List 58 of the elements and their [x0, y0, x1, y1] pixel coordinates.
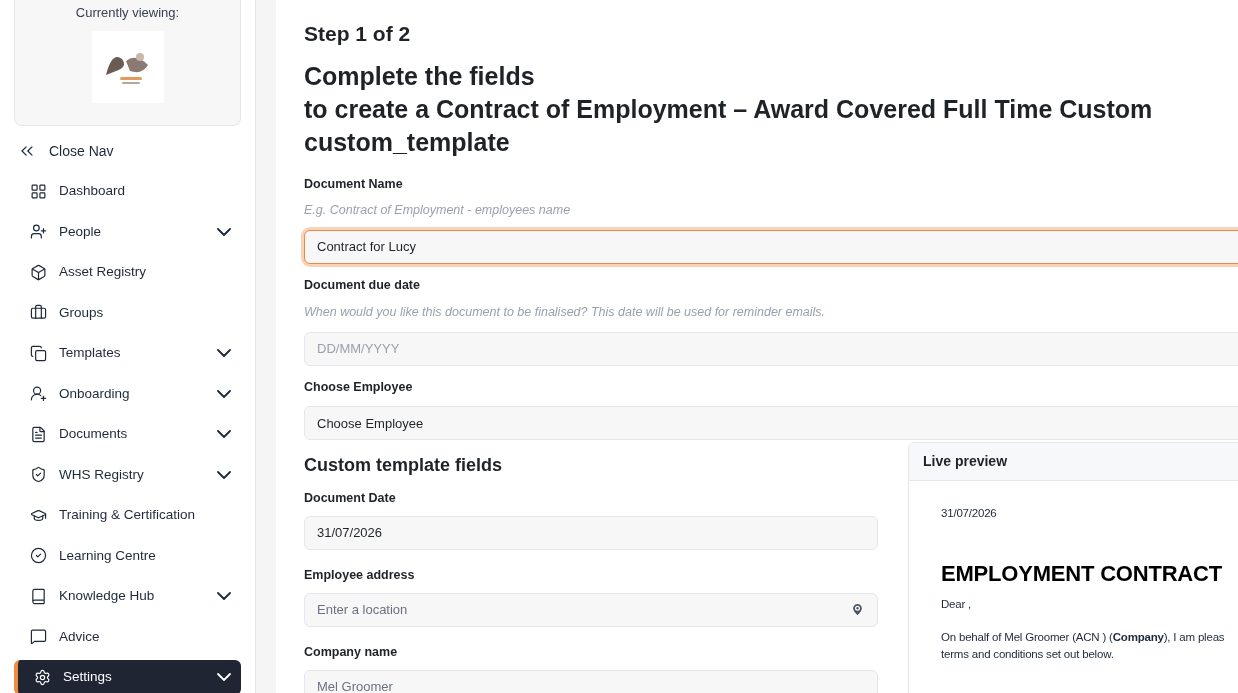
location-field[interactable]: Enter a location	[304, 592, 878, 627]
field-hint: E.g. Contract of Employment - employees name	[304, 202, 571, 220]
field-label: Document Name	[304, 175, 403, 193]
input-field[interactable]: Choose Employee	[304, 406, 1238, 441]
nav-item[interactable]: Templates	[14, 336, 241, 371]
nav-item[interactable]: Settings	[14, 660, 241, 693]
person-plus-icon	[30, 223, 47, 241]
nav-item[interactable]: Documents	[14, 417, 241, 452]
chevron-down-icon	[217, 673, 231, 682]
nav-item[interactable]: WHS Registry	[14, 457, 241, 492]
page-title: to create a Contract of Employment – Award Covered Full Time Custom	[304, 93, 1153, 125]
cube-icon	[30, 263, 47, 281]
preview-date: 31/07/2026	[941, 506, 997, 522]
field-label: Company name	[304, 643, 398, 661]
map-pin-icon	[850, 602, 865, 618]
field-label: Choose Employee	[304, 378, 413, 396]
preview-text: On behalf of Mel Groomer (ACN ) (Company), I am pleas	[941, 629, 1225, 645]
page-title: Complete the fields	[304, 60, 535, 92]
check-circle-icon	[30, 547, 47, 565]
input-field[interactable]: Contract for Lucy	[304, 230, 1238, 264]
book-icon	[30, 587, 47, 605]
chevron-down-icon	[217, 389, 231, 398]
input-field[interactable]: 31/07/2026	[304, 516, 878, 550]
preview-text: Dear ,	[941, 596, 972, 612]
field-label: Employee address	[304, 567, 415, 584]
nav-item[interactable]: Learning Centre	[14, 538, 241, 573]
field-label: Document Date	[304, 490, 396, 508]
grid-icon	[30, 182, 47, 200]
preview-title: Live preview	[923, 452, 1008, 472]
nav-item[interactable]: Asset Registry	[14, 255, 241, 290]
page-title: custom_template	[304, 126, 510, 158]
person-plus-icon	[30, 385, 47, 403]
chevron-down-icon	[217, 430, 231, 439]
speech-bubble-icon	[30, 628, 47, 646]
chevron-down-icon	[217, 470, 231, 479]
settings-icon	[34, 668, 51, 686]
field-hint: When would you like this document to be finalised? This date will be used for reminder emails.	[304, 303, 826, 321]
section-heading: Custom template fields	[304, 454, 503, 478]
nav-item[interactable]: Training & Certification	[14, 498, 241, 533]
nav-item[interactable]: Dashboard	[14, 174, 241, 209]
nav-item[interactable]: Knowledge Hub	[14, 579, 241, 614]
chevron-down-icon	[217, 349, 231, 358]
document-icon	[30, 425, 47, 443]
close-nav-button[interactable]: Close Nav	[14, 140, 241, 162]
contract-heading: EMPLOYMENT CONTRACT	[941, 559, 1222, 588]
step-label: Step 1 of 2	[304, 21, 411, 47]
preview-text: terms and conditions set out below.	[941, 647, 1114, 662]
shield-icon	[30, 466, 47, 484]
field-label: Document due date	[304, 277, 420, 294]
chevron-down-icon	[217, 227, 231, 236]
nav-item[interactable]: Onboarding	[14, 376, 241, 411]
copy-icon	[30, 344, 47, 362]
nav-item[interactable]: Groups	[14, 295, 241, 330]
viewing-label: Currently viewing:	[75, 4, 180, 22]
chevron-down-icon	[217, 592, 231, 601]
briefcase-icon	[30, 304, 47, 322]
nav-item[interactable]: People	[14, 214, 241, 249]
nav-item[interactable]: Advice	[14, 619, 241, 654]
